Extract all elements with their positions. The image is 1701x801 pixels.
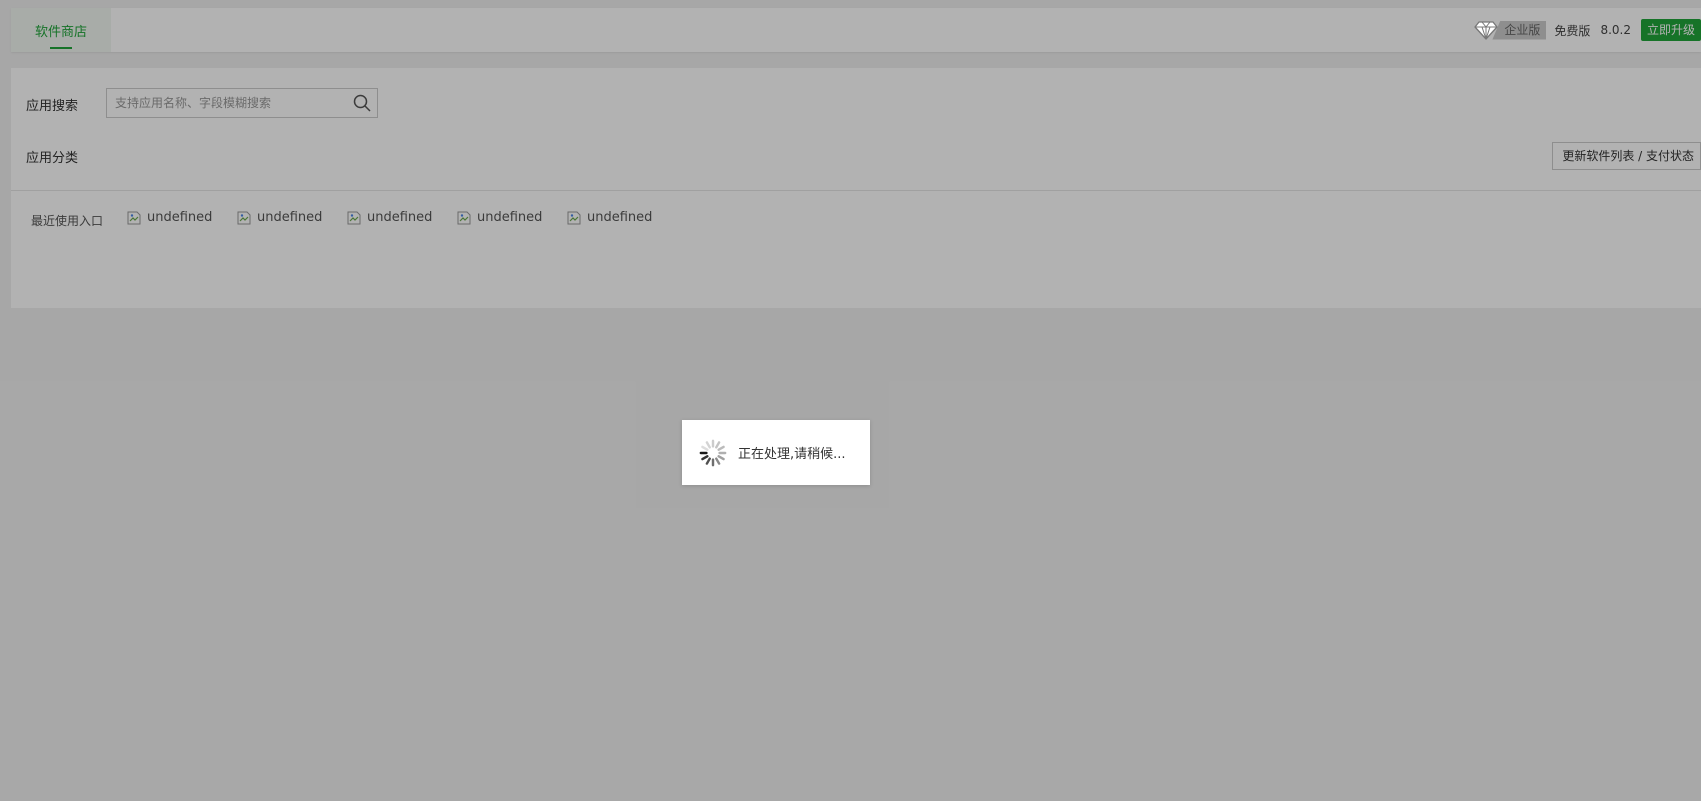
spinner-icon [699,439,727,466]
diamond-icon [1474,21,1499,40]
loading-text: 正在处理,请稍候... [738,447,846,462]
modal-overlay [0,0,1701,801]
loading-dialog: 正在处理,请稍候... [682,420,870,485]
software-store-page: 软件商店 企业版 免费版 8.0.2 立即升级 应用搜索 支持应用名称、字段模糊… [0,0,1701,801]
